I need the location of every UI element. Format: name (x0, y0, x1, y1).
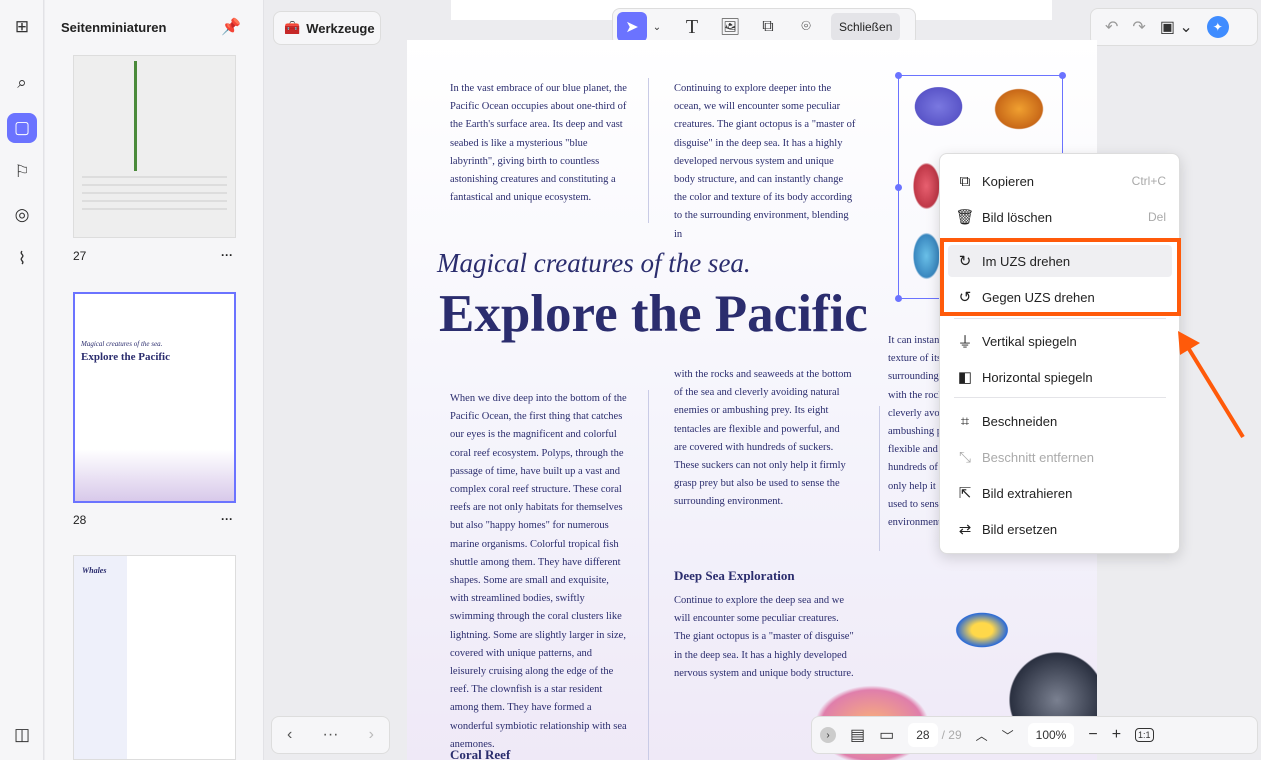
paragraph: Continuing to explore deeper into the oc… (674, 83, 856, 240)
image-tool-icon[interactable]: 🖼 (717, 14, 743, 40)
zoom-input[interactable]: 100% (1027, 723, 1075, 747)
copy-icon: ⧉ (959, 172, 971, 190)
left-rail: ⊞ ⌕ ▢ ⚐ ◎ ⌇ ◫ (0, 0, 44, 760)
watermark-tool-icon[interactable]: ⌾ (793, 14, 819, 40)
chevron-left-icon[interactable]: ‹ (287, 726, 292, 744)
page-number: 28 (73, 513, 87, 527)
grid-icon[interactable]: ⊞ (7, 12, 37, 42)
thumbnails-icon[interactable]: ▢ (7, 113, 37, 143)
highlight-box (940, 238, 1181, 316)
layers-icon[interactable]: ◫ (7, 720, 37, 750)
top-right-toolbar: ↶ ↷ ▣ ⌄ ✦ (1090, 8, 1258, 46)
thumb-title: Explore the Pacific (81, 351, 170, 363)
comment-icon[interactable]: ◎ (7, 200, 37, 230)
presentation-icon[interactable]: ▭ (879, 725, 894, 745)
thumbnail-page-27[interactable] (73, 55, 236, 238)
toolbox-icon: 🧰 (284, 20, 301, 35)
ai-assistant-icon[interactable]: ✦ (1206, 16, 1229, 38)
menu-item-flip-horizontal[interactable]: ◧ Horizontal spiegeln (948, 361, 1172, 393)
bottom-toolbar: › ▤ ▭ 28 / 29 ︿ ﹀ 100% − + 1:1 (811, 716, 1258, 754)
menu-item-delete-image[interactable]: 🗑 Bild löschen Del (948, 201, 1172, 233)
arrow-annotation (1178, 331, 1245, 439)
actual-size-button[interactable]: 1:1 (1135, 728, 1154, 742)
page-input[interactable]: 28 (908, 723, 938, 747)
coral-image (989, 84, 1049, 134)
fish-image (952, 610, 1012, 650)
close-edit-button[interactable]: Schließen (831, 13, 901, 41)
panel-title: Seitenminiaturen (61, 20, 167, 35)
heading: Coral Reef (450, 747, 511, 760)
menu-item-remove-crop: ⤡ Beschnitt entfernen (948, 441, 1172, 473)
save-icon[interactable]: ▣ ⌄ (1160, 17, 1193, 37)
menu-item-flip-vertical[interactable]: ⏚ Vertikal spiegeln (948, 325, 1172, 357)
paragraph: Continue to explore the deep sea and we … (674, 595, 854, 679)
subtitle: Magical creatures of the sea. (437, 248, 751, 278)
tools-label: Werkzeuge (306, 20, 375, 36)
select-tool-icon[interactable]: ➤ (617, 12, 647, 42)
menu-item-copy[interactable]: ⧉ Kopieren Ctrl+C (948, 165, 1172, 197)
flip-vertical-icon: ⏚ (957, 333, 973, 351)
text-tool-icon[interactable]: T (679, 14, 705, 40)
extract-image-icon: ⇱ (958, 485, 972, 502)
paragraph: In the vast embrace of our blue planet, … (450, 83, 627, 204)
bookmark-icon[interactable]: ⚐ (7, 157, 37, 187)
chevron-down-icon[interactable]: ﹀ (1002, 727, 1014, 744)
expand-icon[interactable]: › (820, 727, 836, 743)
thumb-title: Whales (82, 566, 107, 575)
link-tool-icon[interactable]: ⧉ (755, 14, 781, 40)
page-nav: ‹ ··· › (271, 716, 390, 754)
menu-item-replace-image[interactable]: ⇄ Bild ersetzen (948, 513, 1172, 545)
attachment-icon[interactable]: ⌇ (7, 244, 37, 274)
paragraph: When we dive deep into the bottom of the… (450, 393, 627, 750)
menu-item-extract-image[interactable]: ⇱ Bild extrahieren (948, 477, 1172, 509)
tools-button[interactable]: 🧰 Werkzeuge (273, 11, 381, 45)
menu-item-crop[interactable]: ⌗ Beschneiden (948, 405, 1172, 437)
search-icon[interactable]: ⌕ (7, 68, 37, 98)
paragraph: with the rocks and seaweeds at the botto… (674, 369, 852, 508)
zoom-out-icon[interactable]: − (1088, 726, 1097, 744)
chevron-up-icon[interactable]: ︿ (976, 727, 988, 744)
chevron-down-icon[interactable]: ⌄ (647, 14, 667, 40)
undo-icon[interactable]: ↶ (1105, 17, 1118, 37)
title: Explore the Pacific (439, 285, 868, 343)
more-button[interactable]: ··· (322, 726, 338, 744)
replace-image-icon: ⇄ (958, 521, 972, 538)
pin-icon[interactable]: 📌 (221, 17, 241, 37)
thumbnail-page-28[interactable]: Magical creatures of the sea. Explore th… (73, 292, 236, 503)
redo-icon[interactable]: ↷ (1132, 17, 1145, 37)
context-menu: ⧉ Kopieren Ctrl+C 🗑 Bild löschen Del ↻ Im UZS… (939, 153, 1180, 554)
page-total: / 29 (941, 728, 962, 742)
more-button[interactable]: ··· (221, 512, 233, 526)
thumb-subtitle: Magical creatures of the sea. (81, 340, 163, 348)
crop-icon: ⌗ (960, 412, 970, 430)
thumbnail-panel: Seitenminiaturen 📌 27 ··· Magical creatu… (45, 0, 264, 760)
thumbnail-page-29[interactable]: Whales (73, 555, 236, 760)
more-button[interactable]: ··· (221, 248, 233, 262)
zoom-in-icon[interactable]: + (1112, 726, 1121, 744)
flip-horizontal-icon: ◧ (957, 369, 973, 386)
chevron-right-icon[interactable]: › (369, 726, 374, 744)
coral-image (911, 84, 966, 129)
trash-icon: 🗑 (955, 209, 975, 226)
page-layout-icon[interactable]: ▤ (850, 725, 865, 745)
heading: Deep Sea Exploration (674, 568, 795, 583)
page-number: 27 (73, 249, 87, 263)
remove-crop-icon: ⤡ (958, 448, 971, 466)
